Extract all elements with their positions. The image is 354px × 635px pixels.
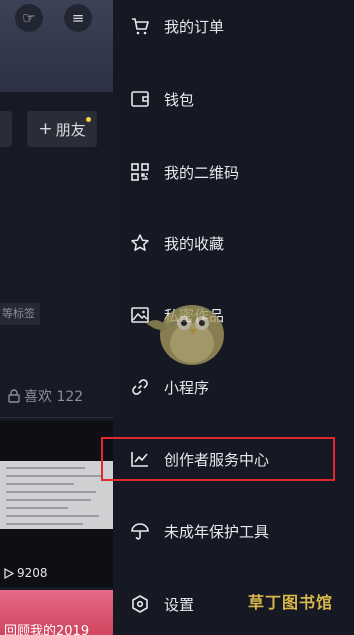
menu-item-label: 我的订单 [164, 17, 225, 36]
menu-item-label: 我的二维码 [164, 163, 240, 182]
video-thumbnail[interactable]: 回顾我的2019 [0, 590, 113, 635]
video-views-label: 9208 [17, 566, 48, 580]
watermark: 草丁图书馆 [248, 589, 333, 613]
link-icon [132, 379, 148, 395]
plus-icon: + [38, 119, 53, 139]
video-caption: 回顾我的2019 [4, 624, 90, 635]
menu-item-label: 未成年保护工具 [164, 522, 270, 541]
video-thumbnail-content [0, 461, 113, 529]
profile-tag-chip[interactable]: 等标签 [0, 303, 40, 325]
menu-item-label: 小程序 [164, 378, 210, 397]
play-icon [4, 567, 14, 579]
likes-tab[interactable]: 喜欢 122 [8, 386, 83, 406]
divider [0, 417, 113, 418]
wallet-icon [131, 91, 149, 107]
notification-dot [86, 117, 91, 122]
menu-item-qr-code[interactable]: 我的二维码 [113, 150, 354, 194]
lock-icon [8, 389, 20, 403]
highlight-box [101, 437, 335, 481]
video-thumbnail[interactable] [0, 421, 113, 587]
profile-page-background: ☞ ≡ + 朋友 等标签 喜欢 122 9208 回顾我的2019 [0, 0, 113, 635]
add-friend-label: 朋友 [55, 120, 86, 139]
menu-item-label: 设置 [164, 595, 195, 614]
hand-pointer-icon[interactable]: ☞ [15, 4, 43, 32]
star-icon [131, 234, 149, 251]
add-friend-button[interactable]: + 朋友 [27, 111, 97, 147]
cart-icon [132, 18, 149, 35]
edit-profile-button[interactable] [0, 111, 12, 147]
menu-item-label: 我的收藏 [164, 234, 225, 253]
watermark-text: 草丁图书馆 [248, 593, 334, 612]
menu-item-favorites[interactable]: 我的收藏 [113, 221, 354, 265]
umbrella-icon [131, 523, 149, 540]
qr-code-icon [131, 163, 149, 181]
video-view-count: 9208 [4, 566, 48, 580]
menu-item-minor-protection[interactable]: 未成年保护工具 [113, 509, 354, 553]
menu-icon[interactable]: ≡ [64, 4, 92, 32]
hexagon-settings-icon [132, 595, 148, 613]
menu-item-orders[interactable]: 我的订单 [113, 4, 354, 48]
menu-item-wallet[interactable]: 钱包 [113, 77, 354, 121]
owl-sticker [146, 305, 224, 365]
screen: ☞ ≡ + 朋友 等标签 喜欢 122 9208 回顾我的2019 我的订单 钱… [0, 0, 354, 635]
menu-item-label: 钱包 [164, 90, 195, 109]
likes-label: 喜欢 122 [24, 389, 84, 405]
